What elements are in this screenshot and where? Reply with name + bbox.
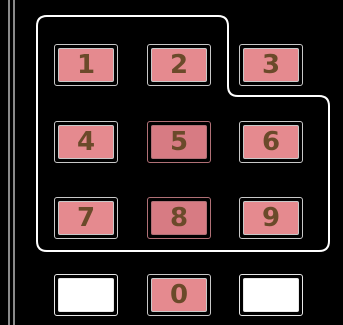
- key-4-button[interactable]: 4: [54, 121, 118, 163]
- key-8-button[interactable]: 8: [147, 197, 211, 239]
- key-0-label: 0: [151, 278, 207, 312]
- key-3-label: 3: [243, 48, 299, 82]
- key-5-label: 5: [151, 125, 207, 159]
- key-4-label: 4: [58, 125, 114, 159]
- key-6-button[interactable]: 6: [239, 121, 303, 163]
- key-3-button[interactable]: 3: [239, 44, 303, 86]
- key-9-button[interactable]: 9: [239, 197, 303, 239]
- key-0-button[interactable]: 0: [147, 274, 211, 316]
- blank-left-label: [58, 278, 114, 312]
- blank-left-button[interactable]: [54, 274, 118, 316]
- blank-right-button[interactable]: [239, 274, 303, 316]
- key-1-button[interactable]: 1: [54, 44, 118, 86]
- key-8-label: 8: [151, 201, 207, 235]
- key-1-label: 1: [58, 48, 114, 82]
- key-2-button[interactable]: 2: [147, 44, 211, 86]
- key-7-button[interactable]: 7: [54, 197, 118, 239]
- key-2-label: 2: [151, 48, 207, 82]
- key-6-label: 6: [243, 125, 299, 159]
- key-5-button[interactable]: 5: [147, 121, 211, 163]
- key-9-label: 9: [243, 201, 299, 235]
- key-7-label: 7: [58, 201, 114, 235]
- blank-right-label: [243, 278, 299, 312]
